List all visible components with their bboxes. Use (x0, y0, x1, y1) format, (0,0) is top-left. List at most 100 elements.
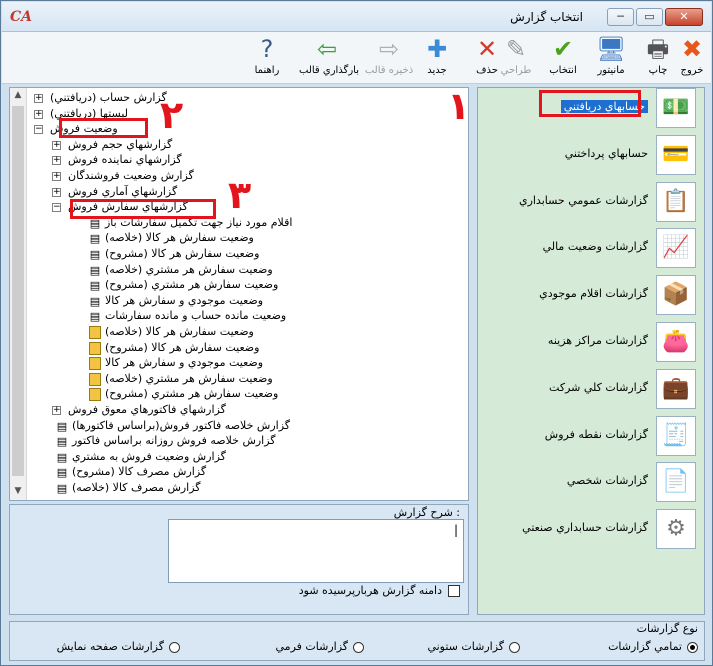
category-boxes[interactable]: 📦 گزارشات اقلام موجودي (478, 275, 704, 316)
tree-item-label[interactable]: وضعيت مانده حساب و مانده سفارشات (105, 308, 286, 324)
credit-card-icon: 💳 (656, 134, 696, 175)
report-doc-icon: ▤ (56, 450, 68, 464)
expand-icon[interactable]: + (52, 406, 61, 415)
highlight-box-sales-status (59, 118, 148, 138)
category-label: گزارشات شخصي (566, 474, 648, 488)
save-template-toolbar-button[interactable]: ⇨ ذخيره قالب (364, 34, 414, 82)
category-line-chart[interactable]: 📈 گزارشات وضعيت مالي (478, 228, 704, 269)
category-document[interactable]: 📄 گزارشات شخصي (478, 462, 704, 503)
tree-item-label[interactable]: وضعيت سفارش هر مشتري (مشروح) (105, 386, 278, 402)
collapse-icon[interactable]: − (52, 203, 61, 213)
toolbar-button-label: راهنما (254, 65, 280, 76)
category-credit-card[interactable]: 💳 حسابهاي پرداختني (478, 134, 704, 175)
help-toolbar-button[interactable]: ? راهنما (247, 34, 287, 82)
description-textarea[interactable]: | (168, 519, 464, 583)
tree-item-label[interactable]: گزارش مصرف كالا (مشروح) (72, 464, 206, 480)
radio-icon[interactable] (509, 641, 520, 653)
close-icon: ✖ (681, 35, 703, 63)
report-doc-icon: ▤ (89, 263, 101, 277)
toolbar-button-label: ذخيره قالب (364, 65, 414, 76)
report-yellow-icon (89, 357, 101, 371)
report-doc-icon: ▤ (89, 294, 101, 308)
tree-item-label[interactable]: وضعيت سفارش هر كالا (مشروح) (105, 246, 259, 262)
new-doc-icon: ✚ (426, 35, 448, 63)
load-template-icon: ⇦ (316, 35, 338, 63)
radio-icon[interactable] (687, 641, 698, 653)
report-type-option-label: گزارشات ستوني (427, 640, 504, 653)
help-icon: ? (260, 35, 274, 63)
load-template-toolbar-button[interactable]: ⇦ بارگذاري قالب (299, 34, 359, 82)
toolbar-button-label: حذف (476, 65, 498, 76)
new-doc-toolbar-button[interactable]: ✚ جديد (420, 34, 454, 82)
category-label: حسابهاي پرداختني (564, 146, 648, 160)
report-doc-icon: ▤ (89, 279, 101, 293)
tree-item-label[interactable]: وضعيت سفارش هر مشتري (خلاصه) (105, 371, 273, 387)
category-label: گزارشات نقطه فروش (544, 427, 648, 441)
tree-item-label[interactable]: وضعيت سفارش هر مشتري (خلاصه) (105, 262, 273, 278)
tree-item-label[interactable]: گزارش وضعيت فروشندگان (68, 168, 194, 184)
expand-icon[interactable]: + (52, 187, 61, 197)
tree-item-label[interactable]: گزارش حساب (دريافتني) (50, 90, 167, 106)
tree-item-label[interactable]: وضعيت سفارش هر كالا (خلاصه) (105, 324, 254, 340)
ask-range-checkbox[interactable] (448, 585, 460, 597)
report-type-option[interactable]: گزارشات ستوني (427, 640, 520, 653)
tree-item-label[interactable]: گزارش خلاصه فاكتور فروش(براساس فاكتورها) (72, 418, 290, 434)
expand-icon[interactable]: + (52, 172, 61, 181)
category-wallet[interactable]: 👛 گزارشات مراكز هزينه (478, 322, 704, 362)
radio-icon[interactable] (353, 641, 364, 653)
tree-item-label[interactable]: گزارشهاي آماري فروش (68, 184, 177, 200)
save-template-icon: ⇨ (378, 35, 400, 63)
report-doc-icon: ▤ (56, 466, 68, 480)
category-clipboard[interactable]: 📋 گزارشات عمومي حسابداري (478, 181, 704, 222)
toolbar-button-label: چاپ (648, 65, 668, 76)
report-tree[interactable]: ▲ ▼ + گزارش حساب (دريافتني) + ليستها (درياف… (9, 87, 469, 501)
tree-item-label[interactable]: وضعيت سفارش هر كالا (مشروح) (105, 340, 259, 356)
collapse-icon[interactable]: − (34, 125, 43, 135)
ask-range-label: دامنه گزارش هربارپرسيده شود (298, 584, 442, 597)
tree-item-label[interactable]: وضعيت موجودي و سفارش هر كالا (105, 355, 263, 371)
category-cash-register[interactable]: 🧾 گزارشات نقطه فروش (478, 415, 704, 456)
title-bar: CA انتخاب گزارش ─ ▭ ✕ (2, 2, 711, 32)
annotation-number-2: ۲ (160, 93, 184, 137)
annotation-number-3: ۳ (228, 173, 252, 217)
report-type-option[interactable]: گزارشات فرمي (276, 640, 364, 653)
printer-toolbar-button[interactable]: 🖶 چاپ (641, 34, 675, 82)
radio-icon[interactable] (169, 641, 180, 653)
design-icon: ✎ (505, 35, 527, 63)
window-title: انتخاب گزارش (510, 10, 583, 24)
expand-icon[interactable]: + (52, 140, 61, 150)
expand-icon[interactable]: + (52, 156, 61, 166)
report-doc-icon: ▤ (89, 248, 101, 261)
report-doc-icon: ▤ (89, 232, 101, 246)
delete-doc-toolbar-button[interactable]: ✕ حذف (470, 34, 504, 82)
expand-icon[interactable]: + (34, 94, 43, 103)
monitor-toolbar-button[interactable]: 🖥 مانيتور (590, 34, 632, 82)
cash-register-icon: 🧾 (656, 415, 696, 456)
toolbar-button-label: بارگذاري قالب (299, 65, 359, 76)
report-type-option[interactable]: گزارشات صفحه نمايش (57, 640, 180, 653)
money-icon: 💵 (656, 88, 696, 128)
expand-icon[interactable]: + (34, 109, 43, 119)
report-type-option[interactable]: تمامي گزارشات (608, 640, 698, 653)
category-gear[interactable]: ⚙ گزارشات حسابداري صنعتي (478, 509, 704, 550)
check-toolbar-button[interactable]: ✔ انتخاب (542, 34, 584, 82)
tree-item-label[interactable]: گزارشهاي حجم فروش (68, 137, 172, 153)
toolbar-button-label: مانيتور (597, 65, 625, 76)
tree-item-label[interactable]: گزارشهاي فاكتورهاي معوق فروش (68, 402, 226, 418)
close-toolbar-button[interactable]: ✖ خروج (675, 34, 709, 82)
tree-item-label[interactable]: گزارش خلاصه فروش روزانه براساس فاكتور (72, 433, 276, 449)
tree-item-label[interactable]: گزارش مصرف كالا (خلاصه) (72, 480, 201, 496)
tree-item-label[interactable]: گزارش وضعيت فروش به مشتري (72, 449, 226, 465)
ask-range-checkbox-row[interactable]: دامنه گزارش هربارپرسيده شود (299, 584, 460, 600)
minimize-button[interactable]: ─ (607, 8, 634, 26)
maximize-button[interactable]: ▭ (636, 8, 663, 26)
tree-item-label[interactable]: وضعيت سفارش هر مشتري (مشروح) (105, 277, 278, 293)
tree-item-label[interactable]: وضعيت موجودي و سفارش هر كالا (105, 293, 263, 309)
close-window-button[interactable]: ✕ (665, 8, 703, 26)
tree-item-label[interactable]: گزارشهاي نماينده فروش (68, 152, 182, 168)
toolbar: ✖ خروج 🖶 چاپ 🖥 مانيتور ✔ انتخاب ✎ طراحي ✕ حذف ✚ جديد ⇨… (2, 32, 711, 84)
annotation-number-1: ۱ (447, 84, 471, 128)
category-briefcase[interactable]: 💼 گزارشات كلي شركت (478, 368, 704, 409)
tree-item-label[interactable]: وضعيت سفارش هر كالا (خلاصه) (105, 230, 254, 246)
report-selection-window: CA انتخاب گزارش ─ ▭ ✕ ✖ خروج 🖶 چاپ 🖥 مانيتور ✔… (0, 0, 713, 666)
